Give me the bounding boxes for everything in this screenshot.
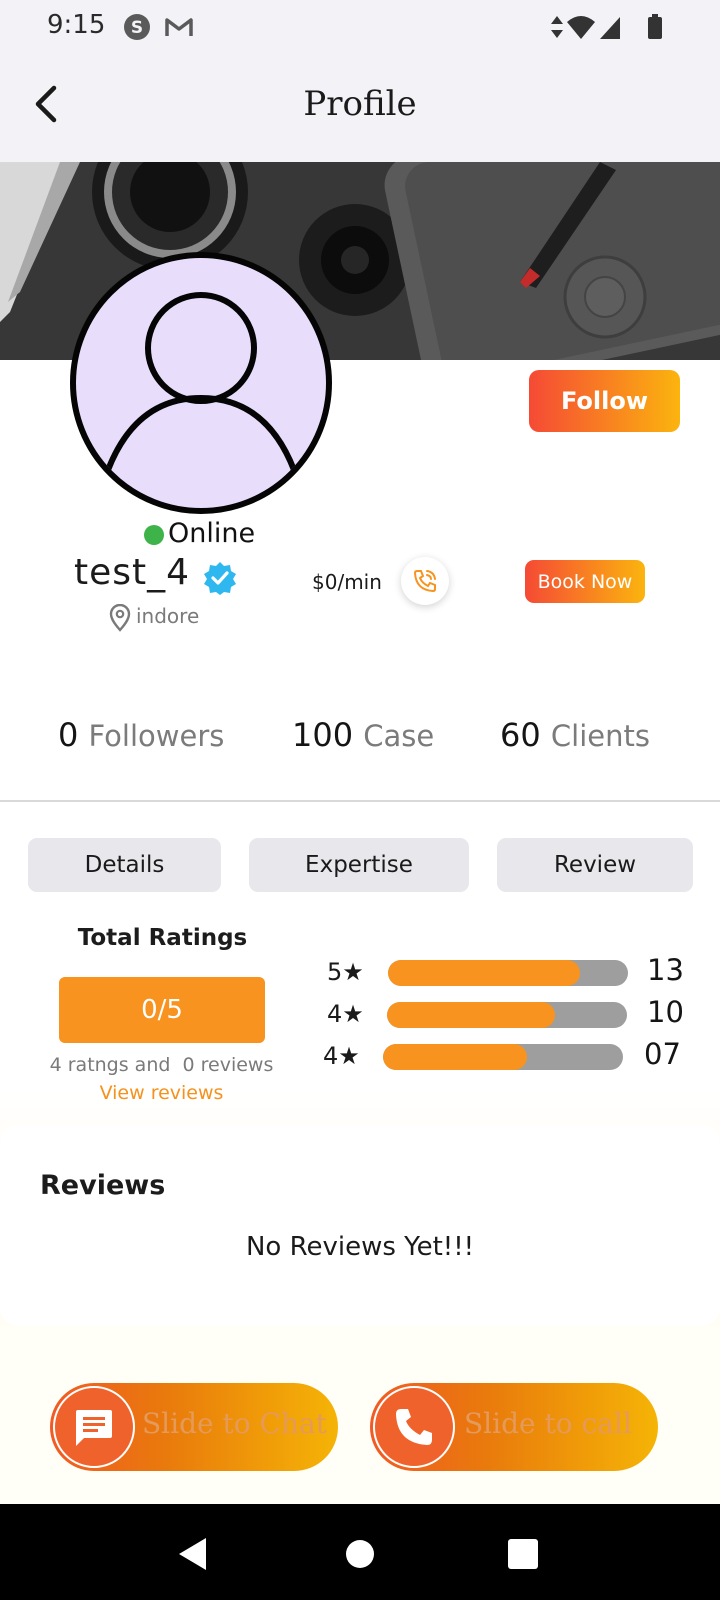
rating-count: 10 xyxy=(647,995,684,1029)
slide-to-chat[interactable]: Slide to Chat xyxy=(50,1383,338,1471)
data-arrows-icon xyxy=(548,12,566,42)
rating-bar xyxy=(383,1044,623,1070)
skype-icon: S xyxy=(122,12,152,42)
slide-call-label: Slide to call xyxy=(464,1407,632,1440)
svg-text:S: S xyxy=(131,18,143,38)
tab-details[interactable]: Details xyxy=(28,838,221,892)
call-knob[interactable] xyxy=(373,1386,455,1468)
status-time: 9:15 xyxy=(47,10,106,40)
battery-icon xyxy=(646,12,664,42)
rating-row-label: 5★ xyxy=(327,958,364,986)
slide-chat-label: Slide to Chat xyxy=(142,1407,327,1440)
divider xyxy=(0,800,720,802)
stat-clients: 60 Clients xyxy=(500,716,650,754)
page-title: Profile xyxy=(303,84,417,124)
rating-bar-fill xyxy=(388,960,580,986)
phone-icon xyxy=(396,1409,432,1445)
stat-followers: 0 Followers xyxy=(58,716,225,754)
chat-icon xyxy=(76,1410,112,1446)
system-nav-bar xyxy=(0,1504,720,1600)
rating-bar xyxy=(388,960,628,986)
stat-case: 100 Case xyxy=(292,716,435,754)
rating-bar xyxy=(387,1002,627,1028)
signal-icon xyxy=(598,12,624,42)
username: test_4 xyxy=(74,552,191,593)
location-text: indore xyxy=(136,604,200,628)
rating-count: 07 xyxy=(644,1037,681,1071)
nav-back-icon[interactable] xyxy=(176,1536,212,1572)
rating-bar-fill xyxy=(387,1002,555,1028)
rate-per-minute: $0/min xyxy=(312,570,382,594)
follow-button[interactable]: Follow xyxy=(529,370,680,432)
view-reviews-link[interactable]: View reviews xyxy=(20,1082,303,1104)
rating-row-label: 4★ xyxy=(327,1000,364,1028)
book-now-button[interactable]: Book Now xyxy=(525,560,645,603)
gmail-icon xyxy=(164,12,194,42)
rating-score: 0/5 xyxy=(59,977,265,1043)
slide-to-call[interactable]: Slide to call xyxy=(370,1383,658,1471)
rating-row-label: 4★ xyxy=(323,1042,360,1070)
online-status: Online xyxy=(168,518,256,549)
tab-expertise[interactable]: Expertise xyxy=(249,838,469,892)
phone-call-icon xyxy=(413,570,436,593)
no-reviews-text: No Reviews Yet!!! xyxy=(245,1232,475,1262)
wifi-icon xyxy=(566,12,596,42)
tab-review[interactable]: Review xyxy=(497,838,693,892)
rating-bar-fill xyxy=(383,1044,527,1070)
nav-recents-icon[interactable] xyxy=(508,1539,538,1569)
reviews-card xyxy=(0,1126,720,1326)
nav-home-icon[interactable] xyxy=(346,1540,374,1568)
rating-count: 13 xyxy=(647,953,684,987)
verified-badge-icon xyxy=(202,560,238,596)
reviews-title: Reviews xyxy=(40,1170,166,1201)
total-ratings-label: Total Ratings xyxy=(77,925,248,951)
call-button[interactable] xyxy=(401,557,449,605)
online-indicator xyxy=(144,525,164,545)
avatar xyxy=(70,252,332,514)
chat-knob[interactable] xyxy=(53,1386,135,1468)
location-pin-icon xyxy=(108,603,132,632)
ratings-summary: 4 ratngs and 0 reviews xyxy=(49,1054,274,1076)
